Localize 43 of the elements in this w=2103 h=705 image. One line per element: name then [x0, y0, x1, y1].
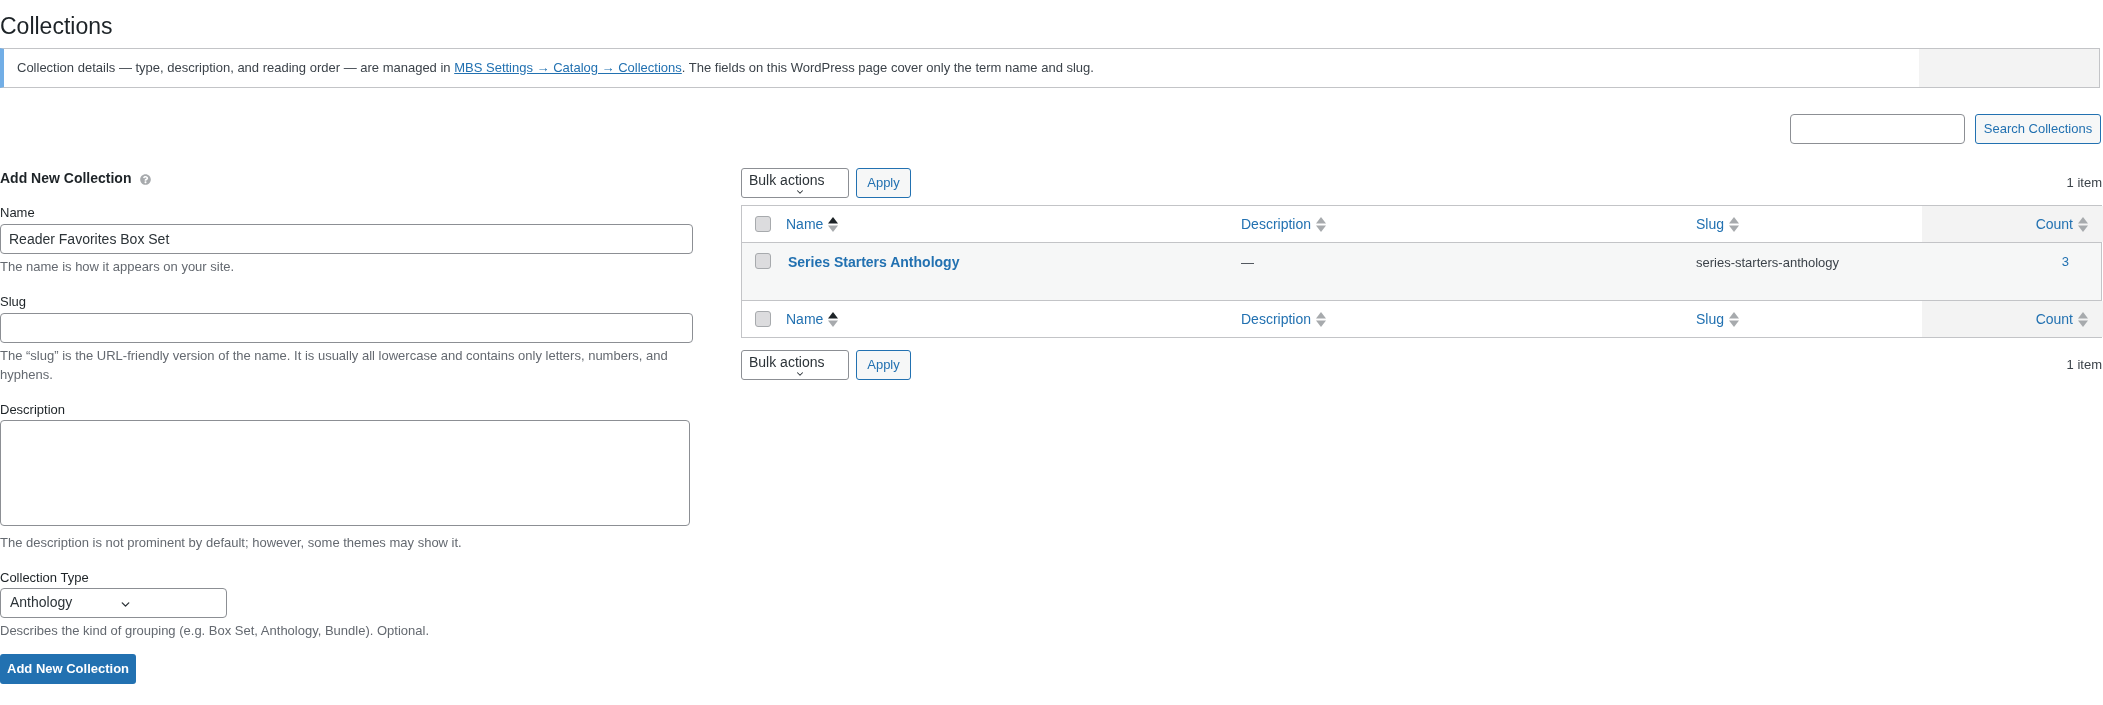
field-label: Description [0, 401, 67, 419]
field-hint: The “slug” is the URL-friendly version of the name. It is usually all lowercase and contains only letters, numbers, and hyphens. [0, 347, 669, 384]
bulk-actions-select[interactable]: Bulk actions [741, 350, 849, 380]
item-count: 1 item [2066, 356, 2102, 375]
collection-name-link[interactable]: Series Starters Anthology [788, 254, 960, 270]
field-hint: The name is how it appears on your site. [0, 258, 236, 276]
settings-link[interactable]: MBS Settings → Catalog → Collections [454, 60, 682, 75]
help-icon[interactable] [140, 173, 152, 185]
sort-link[interactable]: Slug [1696, 215, 1740, 233]
field-hint: Describes the kind of grouping (e.g. Box Set, Anthology, Bundle). Optional. [0, 622, 430, 640]
sort-link[interactable]: Slug [1696, 310, 1740, 328]
text-field[interactable]: Reader Favorites Box Set [0, 224, 693, 254]
apply-button[interactable]: Apply [856, 350, 911, 380]
row-checkbox[interactable] [755, 253, 771, 269]
add-collection-button[interactable]: Add New Collection [0, 654, 137, 684]
item-count: 1 item [2066, 174, 2102, 193]
text-field[interactable] [0, 313, 693, 343]
sort-link[interactable]: Count [2035, 215, 2088, 233]
form-heading: Add New Collection [0, 169, 132, 188]
search-button[interactable]: Search Collections [1975, 114, 2101, 144]
chevron-down-icon [795, 187, 805, 197]
sort-link[interactable]: Description [1241, 215, 1327, 233]
notice-text: Collection details — type, description, and reading order — are managed in MBS Settings → Catalog → Collections. The fields on this WordPress page cover only the term name and slug. [16, 59, 1095, 77]
sort-link[interactable]: Count [2035, 310, 2088, 328]
sort-link[interactable]: Name [786, 310, 839, 328]
search-field[interactable] [1790, 114, 1965, 144]
select-all-checkbox[interactable] [755, 311, 771, 327]
apply-button[interactable]: Apply [856, 168, 911, 198]
field-label: Slug [0, 293, 28, 311]
sort-link[interactable]: Description [1241, 310, 1327, 328]
chevron-down-icon [795, 369, 805, 379]
field-label: Collection Type [0, 569, 90, 587]
select-all-checkbox[interactable] [755, 216, 771, 232]
field-label: Name [0, 204, 36, 222]
table-cell: series-starters-anthology [1696, 255, 1840, 270]
select-field[interactable]: Anthology [0, 588, 227, 618]
item-total-link[interactable]: 3 [2061, 253, 2069, 271]
page-title: Collections [0, 12, 113, 41]
bulk-actions-select[interactable]: Bulk actions [741, 168, 849, 198]
field-hint: The description is not prominent by default; however, some themes may show it. [0, 534, 463, 552]
table-cell: — [1241, 255, 1254, 270]
textarea-field[interactable] [0, 420, 690, 526]
sort-link[interactable]: Name [786, 215, 839, 233]
